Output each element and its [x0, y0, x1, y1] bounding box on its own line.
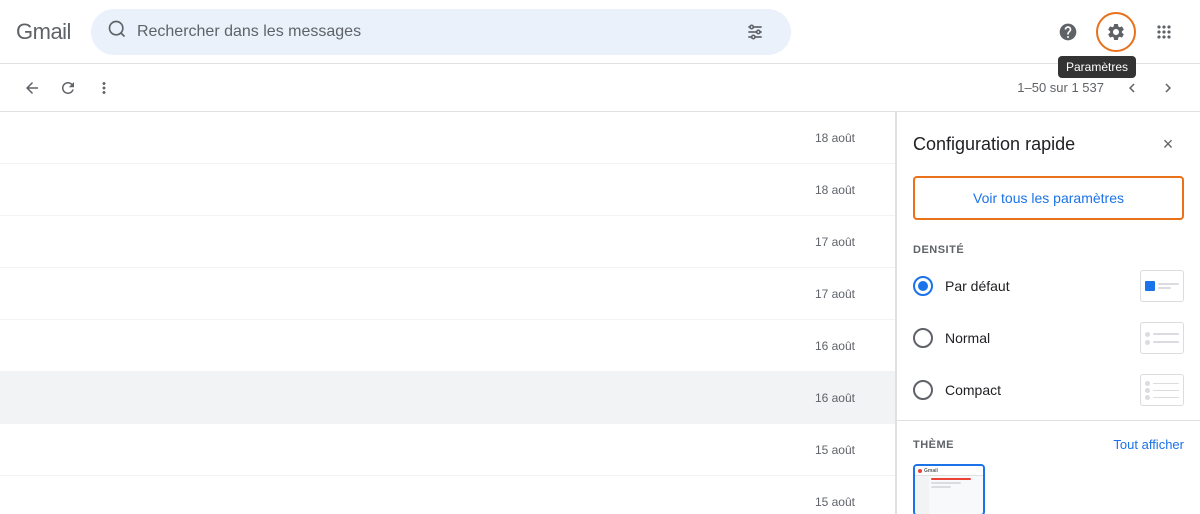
list-item[interactable]: 17 août — [0, 268, 895, 320]
toolbar: 1–50 sur 1 537 — [0, 64, 1200, 112]
email-date: 17 août — [815, 235, 879, 249]
theme-section-header: THÈME Tout afficher — [897, 425, 1200, 460]
refresh-button[interactable] — [52, 72, 84, 104]
back-button[interactable] — [16, 72, 48, 104]
theme-thumb-gmail: Gmail — [924, 468, 938, 474]
email-date: 18 août — [815, 183, 879, 197]
apps-button[interactable] — [1144, 12, 1184, 52]
density-label-default: Par défaut — [945, 278, 1128, 294]
main-area: 18 août 18 août 17 août 17 août 16 août … — [0, 112, 1200, 514]
theme-thumb-sidebar — [915, 476, 929, 514]
theme-thumb-body — [915, 476, 983, 514]
more-button[interactable] — [88, 72, 120, 104]
list-item[interactable]: 16 août — [0, 372, 895, 424]
density-label-compact: Compact — [945, 382, 1128, 398]
list-item[interactable]: 17 août — [0, 216, 895, 268]
density-radio-compact[interactable] — [913, 380, 933, 400]
pagination-info: 1–50 sur 1 537 — [1017, 80, 1104, 95]
email-date: 18 août — [815, 131, 879, 145]
settings-panel-title: Configuration rapide — [913, 134, 1152, 155]
settings-button[interactable] — [1096, 12, 1136, 52]
density-preview-default — [1140, 270, 1184, 302]
density-preview-normal — [1140, 322, 1184, 354]
theme-thumb-bar: Gmail — [915, 466, 983, 476]
settings-tooltip-container: Paramètres — [1096, 12, 1136, 52]
email-date: 16 août — [815, 391, 879, 405]
email-date: 16 août — [815, 339, 879, 353]
density-option-default[interactable]: Par défaut — [897, 260, 1200, 312]
theme-thumb-dot — [918, 469, 922, 473]
density-label-normal: Normal — [945, 330, 1128, 346]
gmail-logo: Gmail — [16, 19, 71, 45]
panel-divider — [897, 420, 1200, 421]
theme-thumb-line3 — [931, 486, 951, 488]
theme-thumbnail[interactable]: Gmail — [913, 464, 985, 514]
settings-panel-header: Configuration rapide × — [897, 112, 1200, 168]
density-radio-inner — [918, 281, 928, 291]
density-option-compact[interactable]: Compact — [897, 364, 1200, 416]
email-list[interactable]: 18 août 18 août 17 août 17 août 16 août … — [0, 112, 896, 514]
theme-section-label: THÈME — [913, 439, 1113, 451]
theme-thumb-line2 — [931, 482, 961, 484]
search-bar[interactable]: Rechercher dans les messages — [91, 9, 791, 55]
next-page-button[interactable] — [1152, 72, 1184, 104]
help-button[interactable] — [1048, 12, 1088, 52]
density-option-normal[interactable]: Normal — [897, 312, 1200, 364]
list-item[interactable]: 18 août — [0, 112, 895, 164]
close-settings-button[interactable]: × — [1152, 128, 1184, 160]
header: Gmail Rechercher dans les messages — [0, 0, 1200, 64]
theme-thumb-line1 — [931, 478, 971, 480]
settings-panel: Configuration rapide × Voir tous les par… — [896, 112, 1200, 514]
search-icon — [107, 19, 127, 44]
list-item[interactable]: 15 août — [0, 476, 895, 514]
density-section-label: DENSITÉ — [897, 236, 1200, 260]
density-radio-normal[interactable] — [913, 328, 933, 348]
list-item[interactable]: 16 août — [0, 320, 895, 372]
density-preview-compact — [1140, 374, 1184, 406]
list-item[interactable]: 15 août — [0, 424, 895, 476]
settings-tooltip: Paramètres — [1058, 56, 1136, 78]
search-tune-button[interactable] — [735, 12, 775, 52]
list-item[interactable]: 18 août — [0, 164, 895, 216]
theme-show-all-button[interactable]: Tout afficher — [1113, 437, 1184, 452]
email-date: 15 août — [815, 495, 879, 509]
view-all-settings-button[interactable]: Voir tous les paramètres — [913, 176, 1184, 220]
theme-preview-area: Gmail — [897, 460, 1200, 514]
theme-thumb-content — [929, 476, 983, 514]
email-date: 17 août — [815, 287, 879, 301]
email-date: 15 août — [815, 443, 879, 457]
density-radio-default[interactable] — [913, 276, 933, 296]
header-right: Paramètres — [1048, 12, 1184, 52]
search-input[interactable]: Rechercher dans les messages — [137, 23, 725, 41]
